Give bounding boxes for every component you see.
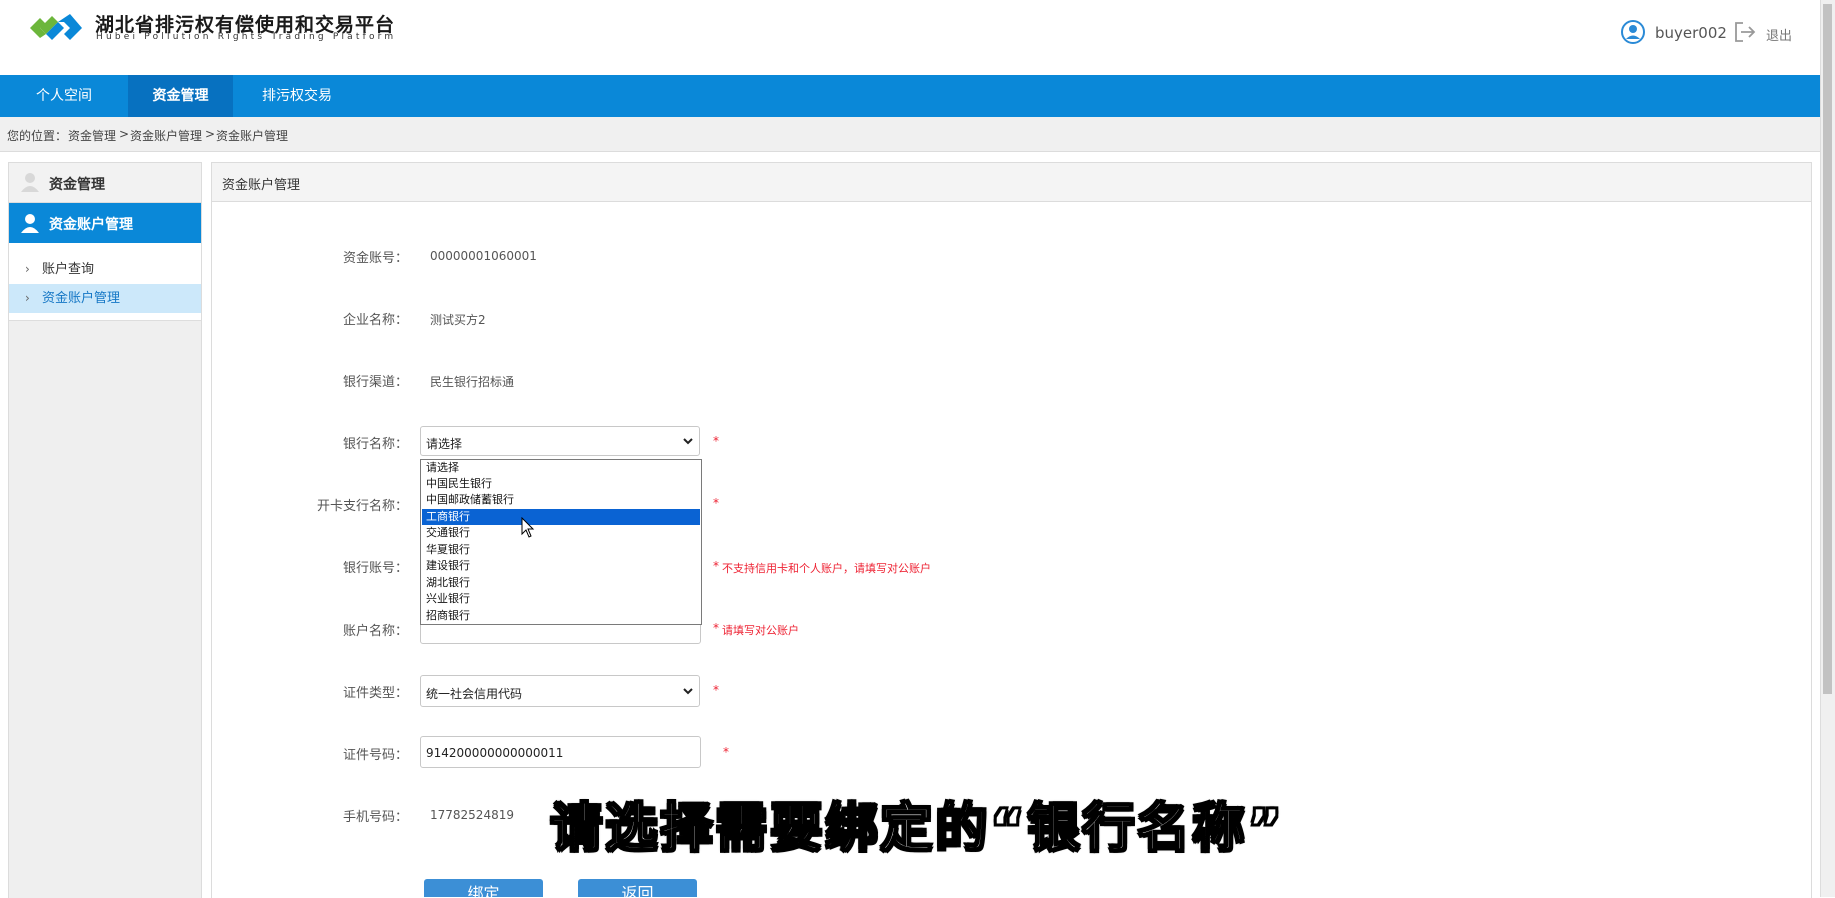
account-no-label: 资金账号： [342,251,408,266]
nav-item-emission-trading[interactable]: 排污权交易 [233,75,361,117]
bind-button[interactable]: 绑定 [424,879,543,897]
branch-name-label: 开卡支行名称： [316,499,408,514]
dropdown-option[interactable]: 请选择 [422,460,700,476]
required-mark: * [713,559,719,573]
chevron-down-icon [683,438,693,445]
panel-header: 资金账户管理 [212,163,1811,202]
account-no-value: 00000001060001 [430,249,537,263]
cert-type-selected-value: 统一社会信用代码 [426,687,523,701]
video-subtitle-caption: 请选择需要绑定的“银行名称” [549,798,1285,860]
sidebar-item-fund-account-management[interactable]: › 资金账户管理 [9,284,201,313]
company-name-value: 测试买方2 [430,313,486,327]
dropdown-option[interactable]: 建设银行 [422,558,700,574]
sidebar-item-label: 账户查询 [42,262,95,277]
bank-account-label: 银行账号： [342,561,408,576]
dropdown-option[interactable]: 中国民生银行 [422,476,700,492]
bank-name-selected-value: 请选择 [426,437,463,451]
chevron-down-icon [683,688,693,695]
required-mark: * [713,621,719,635]
sidebar-item-label: 资金账户管理 [42,291,121,306]
dropdown-option[interactable]: 中国邮政储蓄银行 [422,492,700,508]
required-mark: * [713,434,719,448]
cert-type-select[interactable]: 统一社会信用代码 [420,675,700,707]
sidebar-item-account-query[interactable]: › 账户查询 [9,255,201,284]
sidebar-section-title: 资金管理 [49,177,105,193]
dropdown-option-highlighted[interactable]: 工商银行 [422,509,700,525]
breadcrumb-separator: > [119,127,130,141]
platform-subtitle: Hubei Pollution Rights Trading Platform [96,32,397,42]
back-button[interactable]: 返回 [578,879,697,897]
scrollbar-thumb[interactable] [1823,4,1832,694]
account-name-hint: 请填写对公账户 [722,624,799,637]
user-silhouette-icon [21,173,39,192]
sidebar-group-title: 资金账户管理 [49,217,133,233]
user-avatar-icon[interactable] [1621,20,1645,44]
cert-type-label: 证件类型： [342,686,408,701]
breadcrumb: 您的位置： 资金管理 > 资金账户管理 > 资金账户管理 [0,117,1820,152]
dropdown-option[interactable]: 兴业银行 [422,591,700,607]
bank-name-select[interactable]: 请选择 [420,426,700,456]
dropdown-option[interactable]: 交通银行 [422,525,700,541]
chevron-right-icon: › [25,262,30,276]
required-mark: * [723,745,729,759]
platform-logo-icon [30,14,82,40]
page-header: 湖北省排污权有偿使用和交易平台 Hubei Pollution Rights T… [0,0,1820,75]
nav-item-fund-management[interactable]: 资金管理 [128,75,233,117]
user-silhouette-icon [21,214,39,233]
breadcrumb-item: 资金账户管理 [216,129,289,143]
required-mark: * [713,496,719,510]
bank-account-hint: 不支持信用卡和个人账户，请填写对公账户 [722,562,931,575]
bank-channel-label: 银行渠道： [342,375,408,390]
bank-name-label: 银行名称： [342,437,408,452]
company-name-label: 企业名称： [342,313,408,328]
sidebar-section-header[interactable]: 资金管理 [9,163,201,203]
account-name-label: 账户名称： [342,624,408,639]
panel-title: 资金账户管理 [222,178,301,193]
logout-link[interactable]: 退出 [1766,25,1792,44]
required-mark: * [713,683,719,697]
sidebar-menu: › 账户查询 › 资金账户管理 [9,243,201,321]
main-nav: 个人空间 资金管理 排污权交易 [0,75,1820,117]
cert-no-label: 证件号码： [342,748,408,763]
mouse-cursor-icon [521,517,535,538]
dropdown-option[interactable]: 招商银行 [422,608,700,624]
breadcrumb-separator: > [205,127,216,141]
bank-channel-value: 民生银行招标通 [430,375,515,389]
nav-item-personal-space[interactable]: 个人空间 [0,75,128,117]
breadcrumb-item[interactable]: 资金管理 [68,127,116,144]
breadcrumb-item[interactable]: 资金账户管理 [130,127,202,144]
bank-name-dropdown-list: 请选择 中国民生银行 中国邮政储蓄银行 工商银行 交通银行 华夏银行 建设银行 … [420,459,702,625]
logout-icon[interactable] [1733,20,1757,44]
dropdown-option[interactable]: 华夏银行 [422,542,700,558]
dropdown-option[interactable]: 湖北银行 [422,575,700,591]
cert-no-input[interactable]: 914200000000000011 [420,736,701,768]
sidebar-group-header[interactable]: 资金账户管理 [9,203,201,243]
cert-no-value: 914200000000000011 [426,746,564,760]
breadcrumb-prefix: 您的位置： [7,129,68,143]
username[interactable]: buyer002 [1655,24,1727,42]
chevron-right-icon: › [25,291,30,305]
